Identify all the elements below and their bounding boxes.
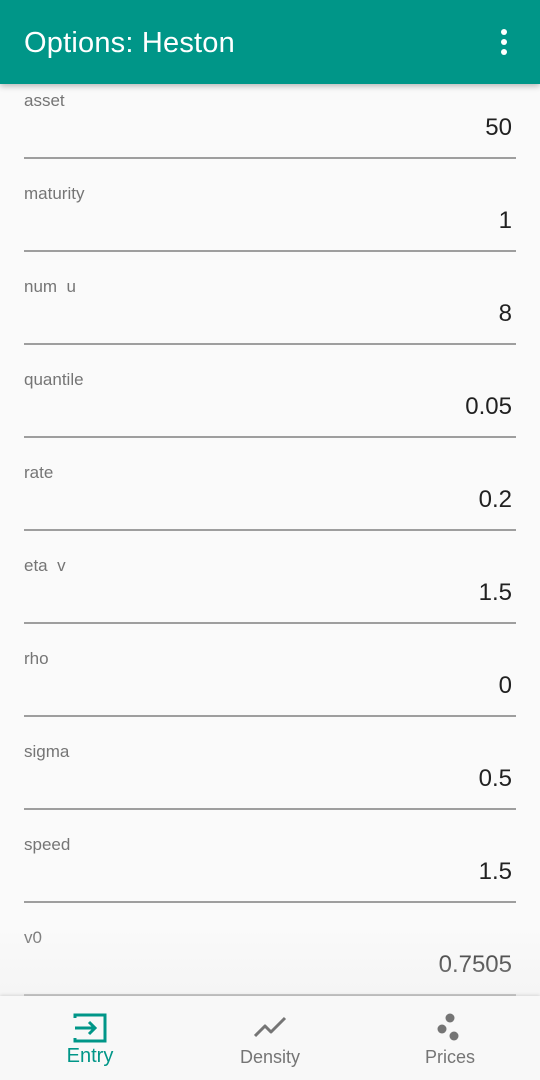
field-underline [24, 901, 516, 903]
input-icon [73, 1013, 107, 1043]
field-label: num u [24, 277, 76, 296]
field-label: maturity [24, 184, 85, 203]
nav-item-density[interactable]: Density [180, 996, 360, 1080]
field-asset[interactable]: asset 50 [24, 84, 516, 177]
field-underline [24, 715, 516, 717]
nav-item-prices[interactable]: Prices [360, 996, 540, 1080]
nav-item-entry[interactable]: Entry [0, 996, 180, 1080]
field-rate[interactable]: rate 0.2 [24, 456, 516, 549]
field-label: speed [24, 835, 71, 854]
field-label: quantile [24, 370, 84, 389]
field-underline [24, 808, 516, 810]
field-underline [24, 436, 516, 438]
app-bar: Options: Heston [0, 0, 540, 84]
field-underline [24, 529, 516, 531]
field-label: eta v [24, 556, 66, 575]
nav-label: Entry [66, 1045, 114, 1067]
field-label: asset [24, 91, 65, 110]
field-label: sigma [24, 742, 70, 761]
field-underline [24, 622, 516, 624]
field-label: rate [24, 463, 54, 482]
field-input[interactable]: 0 [499, 672, 512, 700]
nav-label: Prices [424, 1047, 475, 1067]
app-root: Options: Heston asset 50 maturity 1 num … [0, 0, 540, 1080]
scatter-dots-icon [437, 1013, 459, 1041]
field-input[interactable]: 1 [499, 207, 512, 235]
field-speed[interactable]: speed 1.5 [24, 828, 516, 921]
field-maturity[interactable]: maturity 1 [24, 177, 516, 270]
field-underline [24, 343, 516, 345]
field-input[interactable]: 1.5 [479, 858, 512, 886]
field-sigma[interactable]: sigma 0.5 [24, 735, 516, 828]
field-label: rho [24, 649, 49, 668]
more-options-button[interactable] [486, 22, 522, 62]
more-vert-icon-dot [501, 49, 507, 55]
field-underline [24, 250, 516, 252]
more-vert-icon-dot [501, 39, 507, 45]
field-input[interactable]: 50 [485, 114, 512, 142]
field-input[interactable]: 1.5 [479, 579, 512, 607]
field-input[interactable]: 8 [499, 300, 512, 328]
field-input[interactable]: 0.2 [479, 486, 512, 514]
show-chart-icon [253, 1016, 287, 1038]
entry-form[interactable]: asset 50 maturity 1 num u 8 quantile 0.0… [0, 84, 540, 996]
field-quantile[interactable]: quantile 0.05 [24, 363, 516, 456]
field-input[interactable]: 0.7505 [439, 951, 512, 979]
field-v0[interactable]: v0 0.7505 [24, 921, 516, 996]
field-input[interactable]: 0.5 [479, 765, 512, 793]
field-underline [24, 157, 516, 159]
field-input[interactable]: 0.05 [465, 393, 512, 421]
more-vert-icon [501, 29, 507, 35]
app-title: Options: Heston [24, 27, 235, 59]
field-eta-v[interactable]: eta v 1.5 [24, 549, 516, 642]
field-num-u[interactable]: num u 8 [24, 270, 516, 363]
field-label: v0 [24, 928, 42, 947]
field-rho[interactable]: rho 0 [24, 642, 516, 735]
bottom-navigation: Entry Density Prices [0, 996, 540, 1080]
nav-label: Density [239, 1047, 301, 1067]
